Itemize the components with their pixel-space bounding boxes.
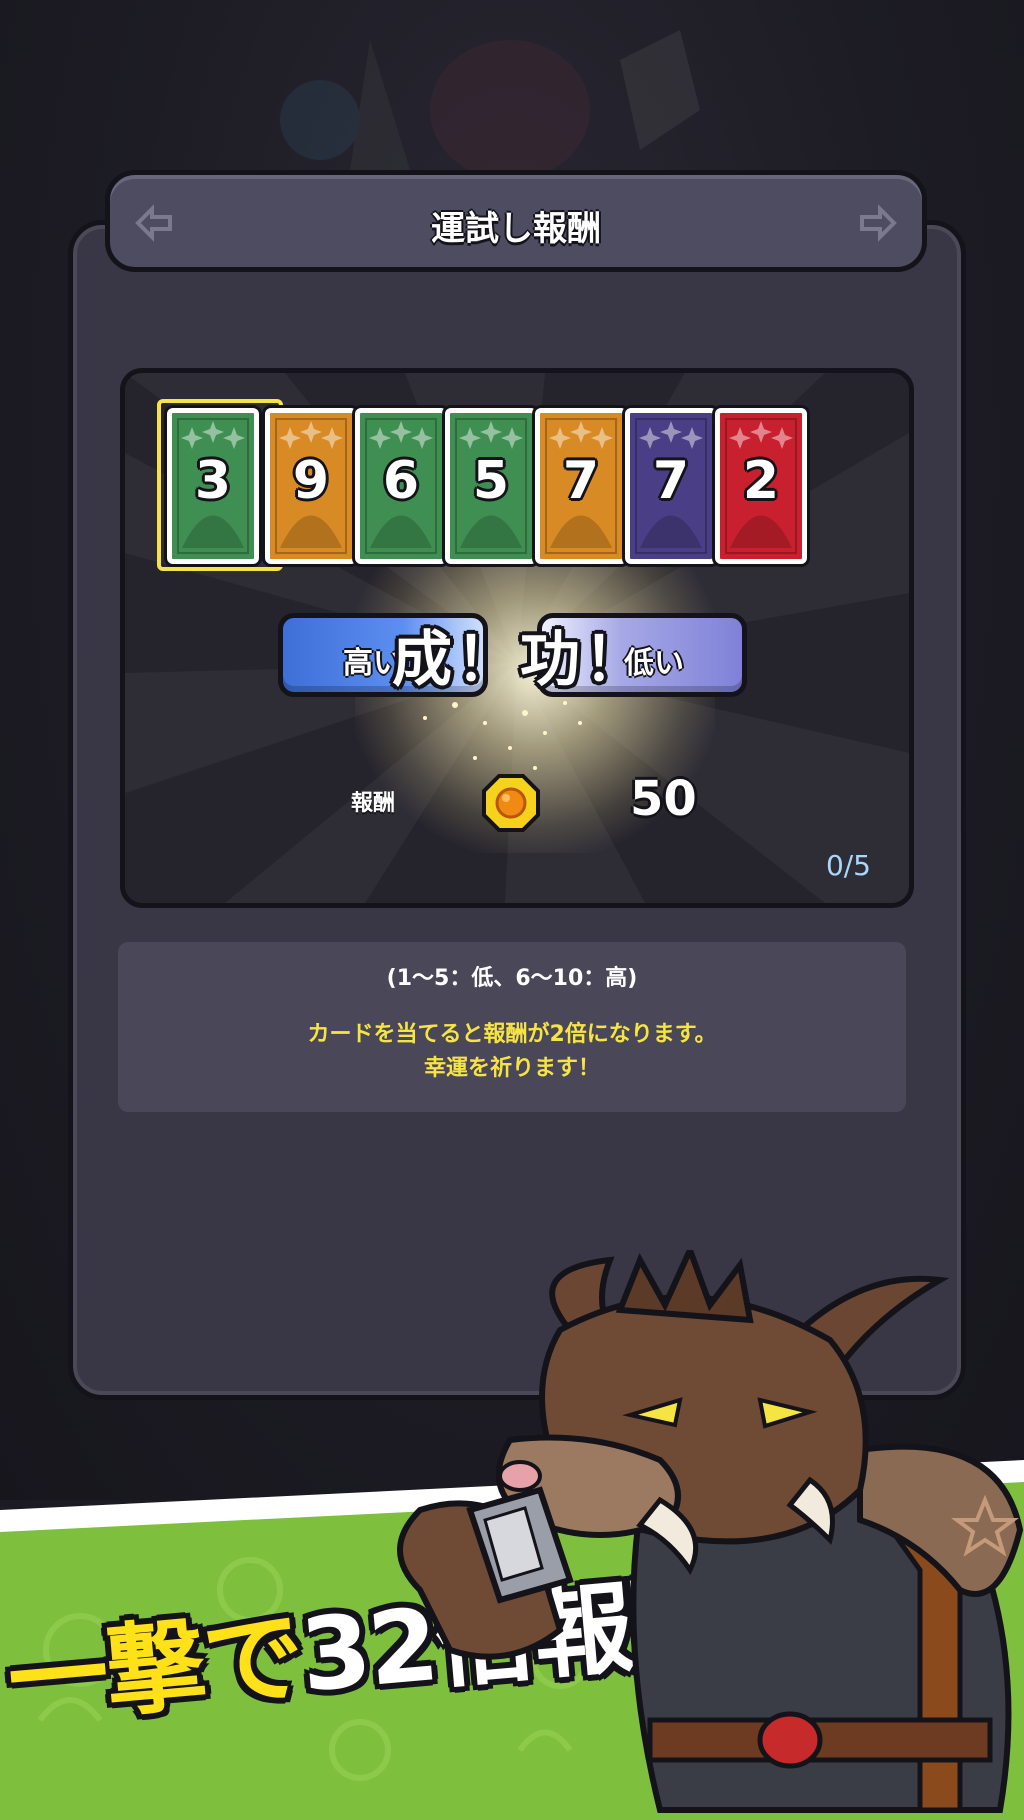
reward-label: 報酬 bbox=[351, 791, 396, 816]
reward-value: 50 bbox=[630, 771, 697, 827]
promo-part1: 一撃で bbox=[3, 1597, 307, 1741]
boar-warrior-character bbox=[397, 1250, 1024, 1813]
title-bar: 運試し報酬 bbox=[105, 170, 927, 272]
card-game-area: 3965772 高い 低い 成！功！ 報酬 50 0/5 bbox=[120, 368, 914, 908]
rule-description: カードを当てると報酬が2倍になります。 幸運を祈ります！ bbox=[118, 1018, 906, 1086]
range-rule-text: (1〜5：低、6〜10：高) bbox=[386, 966, 638, 991]
rule-description-line1: カードを当てると報酬が2倍になります。 bbox=[307, 1022, 717, 1047]
rule-description-line2: 幸運を祈ります！ bbox=[423, 1056, 600, 1081]
background-characters bbox=[280, 30, 700, 170]
arrow-ornament-icon bbox=[860, 204, 897, 242]
coin-icon bbox=[482, 774, 540, 832]
attempt-counter: 0/5 bbox=[825, 849, 871, 882]
page-title: 運試し報酬 bbox=[431, 209, 601, 249]
rules-info-box: (1〜5：低、6〜10：高) カードを当てると報酬が2倍になります。 幸運を祈り… bbox=[118, 942, 906, 1112]
